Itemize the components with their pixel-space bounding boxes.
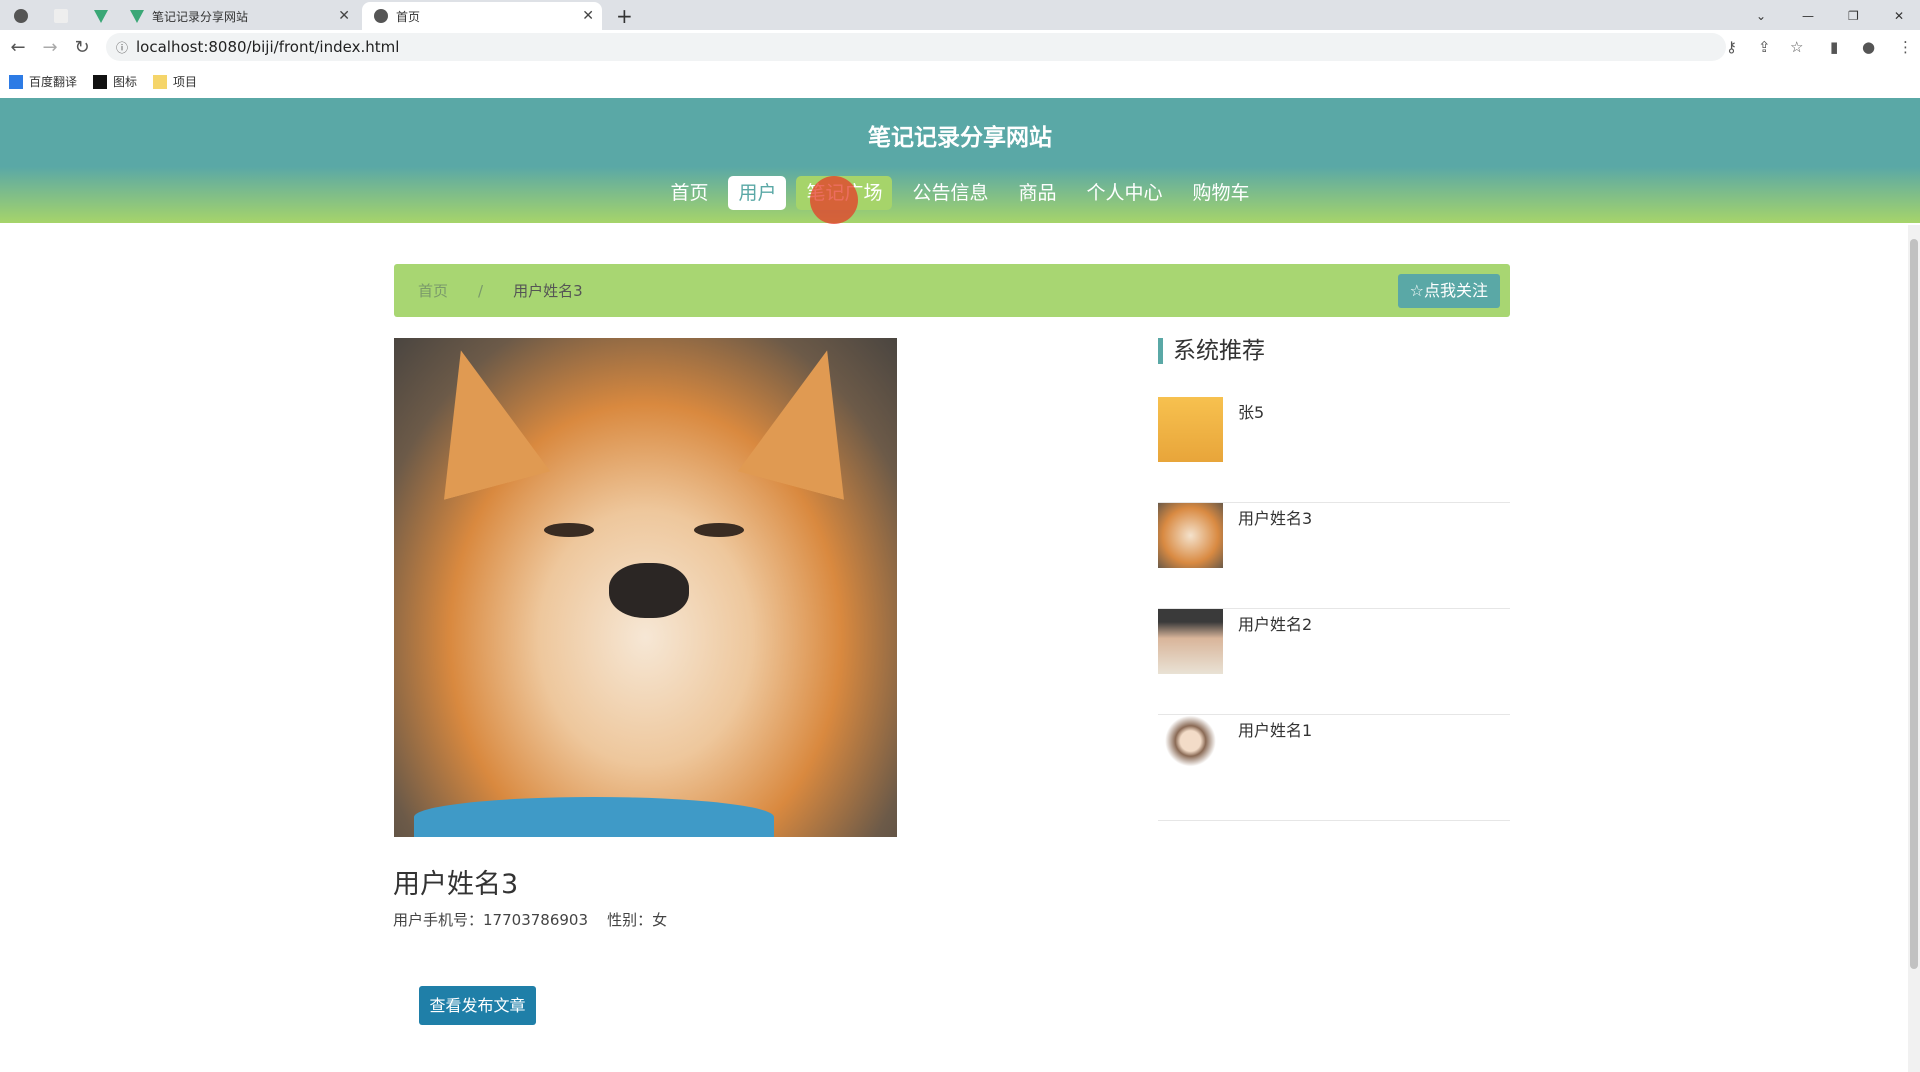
recommend-item[interactable]: 用户姓名1 — [1158, 715, 1510, 821]
bookmark[interactable]: 图标 — [93, 73, 137, 90]
user-photo — [394, 338, 897, 837]
sidepanel-icon[interactable]: ▮ — [1830, 38, 1838, 56]
tab-home[interactable]: 首页 ✕ — [362, 2, 602, 30]
key-icon[interactable]: ⚷ — [1726, 38, 1737, 56]
close-icon[interactable]: ✕ — [582, 8, 594, 24]
avatar — [1158, 715, 1223, 780]
tab-title: 首页 — [396, 9, 421, 24]
profile-icon[interactable]: ● — [1862, 38, 1875, 56]
recommend-name: 张5 — [1238, 403, 1265, 422]
recommend-name: 用户姓名1 — [1238, 721, 1313, 740]
bookmarks-bar: 百度翻译 图标 项目 — [0, 64, 1920, 98]
nav-cart[interactable]: 购物车 — [1183, 176, 1260, 210]
breadcrumb-current: 用户姓名3 — [513, 282, 583, 300]
avatar — [1158, 397, 1223, 462]
recommend-title: 系统推荐 — [1158, 338, 1265, 364]
bookmark[interactable]: 项目 — [153, 73, 197, 90]
translate-icon — [9, 75, 23, 89]
flag-icon — [93, 75, 108, 89]
window-close-button[interactable]: ✕ — [1894, 2, 1904, 30]
new-tab-button[interactable]: + — [616, 2, 633, 30]
share-icon[interactable]: ⇪ — [1758, 38, 1771, 56]
bookmark-label: 项目 — [173, 74, 198, 89]
bookmark[interactable]: 百度翻译 — [9, 73, 77, 90]
recommend-item[interactable]: 用户姓名2 — [1158, 609, 1510, 715]
close-icon[interactable]: ✕ — [338, 8, 350, 24]
avatar — [1158, 609, 1223, 674]
reload-icon[interactable]: ↻ — [66, 37, 98, 58]
main-nav: 首页 用户 笔记广场 公告信息 商品 个人中心 购物车 — [0, 176, 1920, 210]
nav-home[interactable]: 首页 — [660, 176, 718, 210]
breadcrumb-home[interactable]: 首页 — [418, 280, 448, 301]
nav-users[interactable]: 用户 — [728, 176, 787, 210]
user-info: 用户手机号：17703786903 性别：女 — [393, 909, 667, 930]
pinned-tab[interactable] — [94, 2, 116, 30]
url-text: localhost:8080/biji/front/index.html — [136, 38, 400, 56]
breadcrumb: 首页 / 用户姓名3 ☆点我关注 — [394, 264, 1510, 317]
address-bar-row: ← → ↻ ⓘ localhost:8080/biji/front/index.h… — [0, 30, 1920, 64]
url-input[interactable]: ⓘ localhost:8080/biji/front/index.html — [106, 33, 1726, 61]
vue-icon — [130, 9, 144, 23]
back-icon[interactable]: ← — [2, 37, 34, 58]
nav-products[interactable]: 商品 — [1009, 176, 1067, 210]
vue-icon — [94, 9, 108, 23]
menu-icon[interactable]: ⋮ — [1898, 38, 1913, 56]
phone-value: 17703786903 — [483, 911, 588, 929]
recommend-item[interactable]: 用户姓名3 — [1158, 503, 1510, 609]
forward-icon[interactable]: → — [34, 37, 66, 58]
gender-label: 性别： — [607, 911, 653, 929]
pinned-tab[interactable] — [14, 2, 36, 30]
tab-title: 笔记记录分享网站 — [152, 9, 249, 24]
breadcrumb-separator: / — [478, 281, 484, 300]
star-icon[interactable]: ☆ — [1790, 38, 1803, 56]
click-indicator — [810, 176, 858, 224]
minimize-button[interactable]: — — [1802, 2, 1814, 30]
globe-icon — [14, 9, 28, 23]
follow-button[interactable]: ☆点我关注 — [1397, 274, 1500, 308]
recommend-name: 用户姓名3 — [1238, 509, 1313, 528]
info-icon: ⓘ — [116, 40, 129, 55]
nav-notices[interactable]: 公告信息 — [902, 176, 998, 210]
page-icon — [54, 9, 68, 23]
nav-profile[interactable]: 个人中心 — [1077, 176, 1173, 210]
site-header: 笔记记录分享网站 首页 用户 笔记广场 公告信息 商品 个人中心 购物车 — [0, 98, 1920, 223]
avatar — [1158, 503, 1223, 568]
recommend-name: 用户姓名2 — [1238, 615, 1313, 634]
recommend-item[interactable]: 张5 — [1158, 397, 1510, 503]
browser-tab-bar: 笔记记录分享网站 ✕ 首页 ✕ + ⌄ — ❐ ✕ — [0, 0, 1920, 30]
view-posts-button[interactable]: 查看发布文章 — [419, 986, 536, 1025]
bookmark-label: 图标 — [113, 74, 138, 89]
user-name: 用户姓名3 — [393, 869, 519, 900]
gender-value: 女 — [652, 911, 668, 929]
globe-icon — [374, 9, 388, 23]
pinned-tab[interactable] — [54, 2, 76, 30]
page-scrollbar[interactable] — [1908, 225, 1920, 1072]
scrollbar-thumb[interactable] — [1910, 239, 1918, 969]
folder-icon — [153, 75, 168, 89]
site-title: 笔记记录分享网站 — [868, 125, 1052, 151]
bookmark-label: 百度翻译 — [29, 74, 78, 89]
tab-search-icon[interactable]: ⌄ — [1756, 2, 1766, 30]
tab-site[interactable]: 笔记记录分享网站 ✕ — [130, 2, 358, 30]
restore-button[interactable]: ❐ — [1848, 2, 1859, 30]
phone-label: 用户手机号： — [393, 911, 484, 929]
